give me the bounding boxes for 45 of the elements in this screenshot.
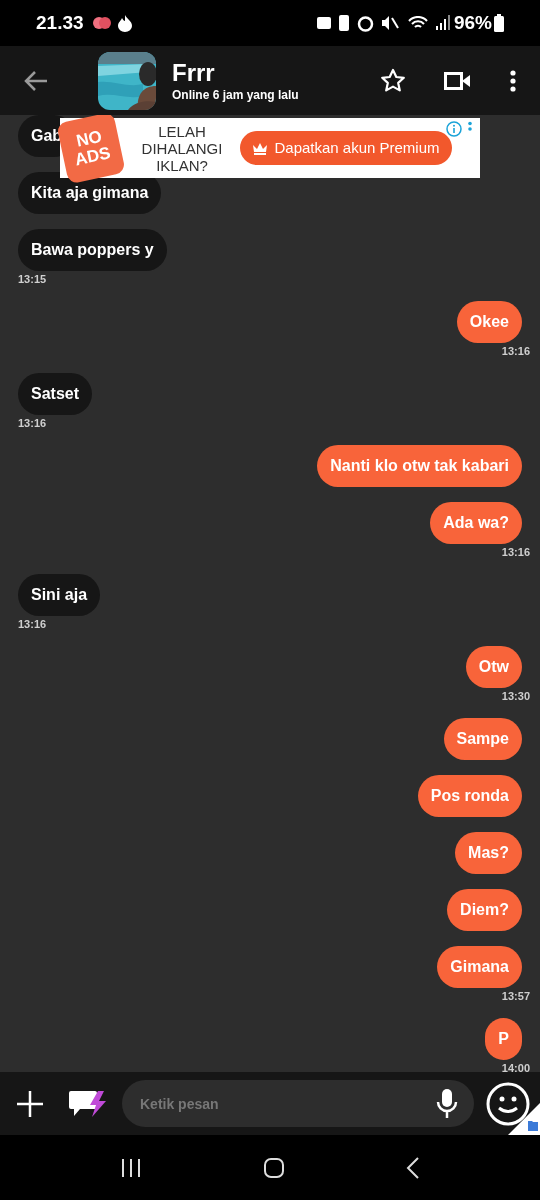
message-bubble: Satset <box>18 373 93 415</box>
flame-icon <box>117 14 132 32</box>
message-bubble: Diem? <box>447 889 522 931</box>
battery-icon <box>494 14 504 32</box>
message-time: 13:16 <box>501 546 530 559</box>
message-time: 13:16 <box>18 618 47 631</box>
message-time: 13:16 <box>501 345 530 358</box>
recent-apps-icon[interactable] <box>120 1156 143 1179</box>
message-bubble: Otw <box>465 646 522 688</box>
video-camera-icon[interactable] <box>444 71 470 90</box>
message-bubble: Pos ronda <box>417 775 522 817</box>
contact-name: Frrr <box>172 58 216 87</box>
message-bubble: P <box>485 1018 522 1060</box>
message-time: 14:00 <box>501 1062 530 1072</box>
emoji-icon[interactable] <box>486 1081 530 1126</box>
message-bubble: Mas? <box>455 832 522 874</box>
ad-headline: LELAH DIHALANGI IKLAN? <box>140 122 224 174</box>
contact-status: Online 6 jam yang lalu <box>172 86 299 103</box>
back-icon[interactable] <box>405 1156 420 1179</box>
home-icon[interactable] <box>263 1156 285 1179</box>
signal-icon <box>435 15 450 31</box>
message-bubble: Ada wa? <box>430 502 522 544</box>
battery-percent: 96% <box>453 10 492 35</box>
message-bubble: Sampe <box>443 718 522 760</box>
more-options-icon[interactable] <box>510 69 516 92</box>
notification-icon <box>91 16 112 30</box>
plus-icon[interactable] <box>16 1089 44 1118</box>
star-icon[interactable] <box>380 67 406 94</box>
back-arrow-icon[interactable] <box>24 69 48 92</box>
message-bubble: Okee <box>456 301 522 343</box>
message-time: 13:15 <box>18 273 47 286</box>
status-time: 21.33 <box>36 10 84 35</box>
message-bubble: Gimana <box>437 946 522 988</box>
message-time: 13:16 <box>18 417 47 430</box>
mute-icon <box>381 15 400 31</box>
message-input[interactable]: Ketik pesan <box>122 1080 474 1127</box>
info-icon[interactable] <box>446 121 462 137</box>
crown-icon <box>252 141 269 155</box>
message-bubble: Nanti klo otw tak kabari <box>317 445 522 487</box>
microphone-icon[interactable] <box>436 1088 458 1119</box>
message-time: 13:30 <box>501 690 530 703</box>
message-bubble: Bawa poppers y <box>18 229 167 271</box>
message-time: 13:57 <box>501 990 530 1003</box>
message-bubble: Sini aja <box>18 574 101 616</box>
wifi-icon <box>407 16 428 30</box>
